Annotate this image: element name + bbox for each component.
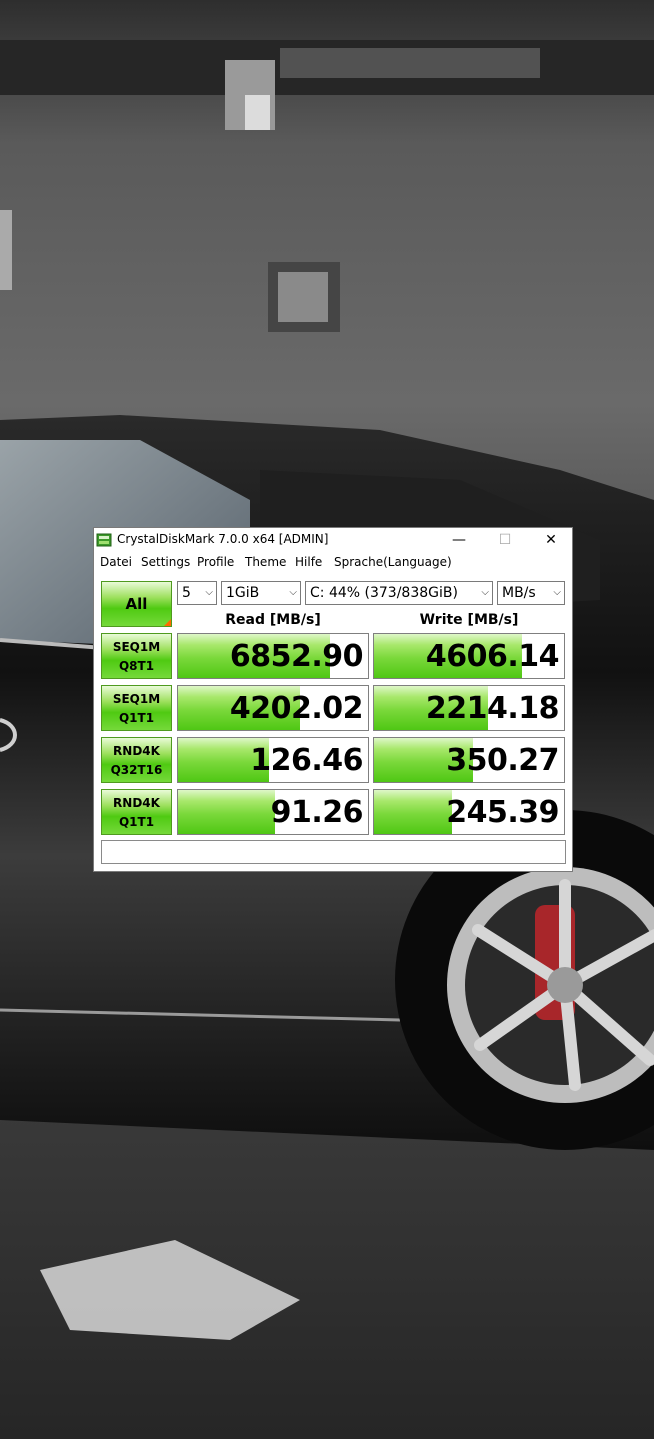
write-progress-bar [374, 790, 452, 834]
write-result-value: 4606.14 [425, 639, 560, 674]
comment-input[interactable] [101, 840, 566, 864]
chevron-down-icon: ⌵ [205, 587, 213, 598]
test-button-seq1m-q8t1[interactable]: SEQ1M Q8T1 [101, 633, 172, 679]
unit-select[interactable]: MB/s ⌵ [497, 581, 565, 605]
orange-corner-marker [164, 619, 171, 626]
drive-select[interactable]: C: 44% (373/838GiB) ⌵ [305, 581, 493, 605]
test-size-value: 1GiB [226, 585, 260, 601]
all-button-label: All [125, 595, 148, 613]
title-bar[interactable]: CrystalDiskMark 7.0.0 x64 [ADMIN] — ☐ ✕ [94, 528, 572, 552]
test-count-select[interactable]: 5 ⌵ [177, 581, 217, 605]
test-size-select[interactable]: 1GiB ⌵ [221, 581, 301, 605]
test-params: Q32T16 [110, 763, 163, 777]
read-result-cell: 126.46 [177, 737, 369, 783]
test-button-rnd4k-q1t1[interactable]: RND4K Q1T1 [101, 789, 172, 835]
test-name: RND4K [113, 744, 160, 758]
crystaldiskmark-window: CrystalDiskMark 7.0.0 x64 [ADMIN] — ☐ ✕ … [93, 527, 573, 872]
maximize-button[interactable]: ☐ [482, 528, 528, 552]
test-params: Q8T1 [118, 659, 155, 673]
test-name: RND4K [113, 796, 160, 810]
drive-value: C: 44% (373/838GiB) [310, 585, 458, 601]
read-result-cell: 4202.02 [177, 685, 369, 731]
crystaldiskmark-app-icon [96, 532, 112, 548]
write-result-value: 245.39 [446, 795, 559, 830]
write-result-cell: 4606.14 [373, 633, 565, 679]
menu-profile[interactable]: Profile [197, 555, 234, 569]
write-column-header: Write [MB/s] [419, 612, 519, 628]
test-button-rnd4k-q32t16[interactable]: RND4K Q32T16 [101, 737, 172, 783]
chevron-down-icon: ⌵ [553, 587, 561, 598]
write-result-value: 2214.18 [425, 691, 560, 726]
unit-value: MB/s [502, 585, 536, 601]
test-params: Q1T1 [118, 815, 155, 829]
test-name: SEQ1M [112, 640, 161, 654]
read-result-value: 6852.90 [229, 639, 364, 674]
read-result-cell: 91.26 [177, 789, 369, 835]
menu-bar: Datei Settings Profile Theme Hilfe Sprac… [94, 552, 572, 572]
read-column-header: Read [MB/s] [225, 612, 321, 628]
close-button[interactable]: ✕ [528, 528, 574, 552]
read-result-value: 91.26 [270, 795, 364, 830]
test-name: SEQ1M [112, 692, 161, 706]
minimize-button[interactable]: — [436, 528, 482, 552]
menu-theme[interactable]: Theme [245, 555, 286, 569]
all-button[interactable]: All [101, 581, 172, 627]
read-result-value: 126.46 [250, 743, 363, 778]
test-params: Q1T1 [118, 711, 155, 725]
window-title: CrystalDiskMark 7.0.0 x64 [ADMIN] [117, 532, 329, 546]
test-button-seq1m-q1t1[interactable]: SEQ1M Q1T1 [101, 685, 172, 731]
read-progress-bar [178, 790, 275, 834]
chevron-down-icon: ⌵ [481, 587, 489, 598]
menu-datei[interactable]: Datei [100, 555, 132, 569]
write-result-cell: 350.27 [373, 737, 565, 783]
menu-hilfe[interactable]: Hilfe [295, 555, 322, 569]
write-result-cell: 245.39 [373, 789, 565, 835]
write-result-value: 350.27 [446, 743, 559, 778]
write-result-cell: 2214.18 [373, 685, 565, 731]
chevron-down-icon: ⌵ [289, 587, 297, 598]
menu-language[interactable]: Sprache(Language) [334, 555, 452, 569]
benchmark-panel: All 5 ⌵ 1GiB ⌵ C: 44% (373/838GiB) ⌵ MB/… [94, 572, 572, 871]
menu-settings[interactable]: Settings [141, 555, 190, 569]
read-result-cell: 6852.90 [177, 633, 369, 679]
read-result-value: 4202.02 [229, 691, 364, 726]
test-count-value: 5 [182, 585, 191, 601]
